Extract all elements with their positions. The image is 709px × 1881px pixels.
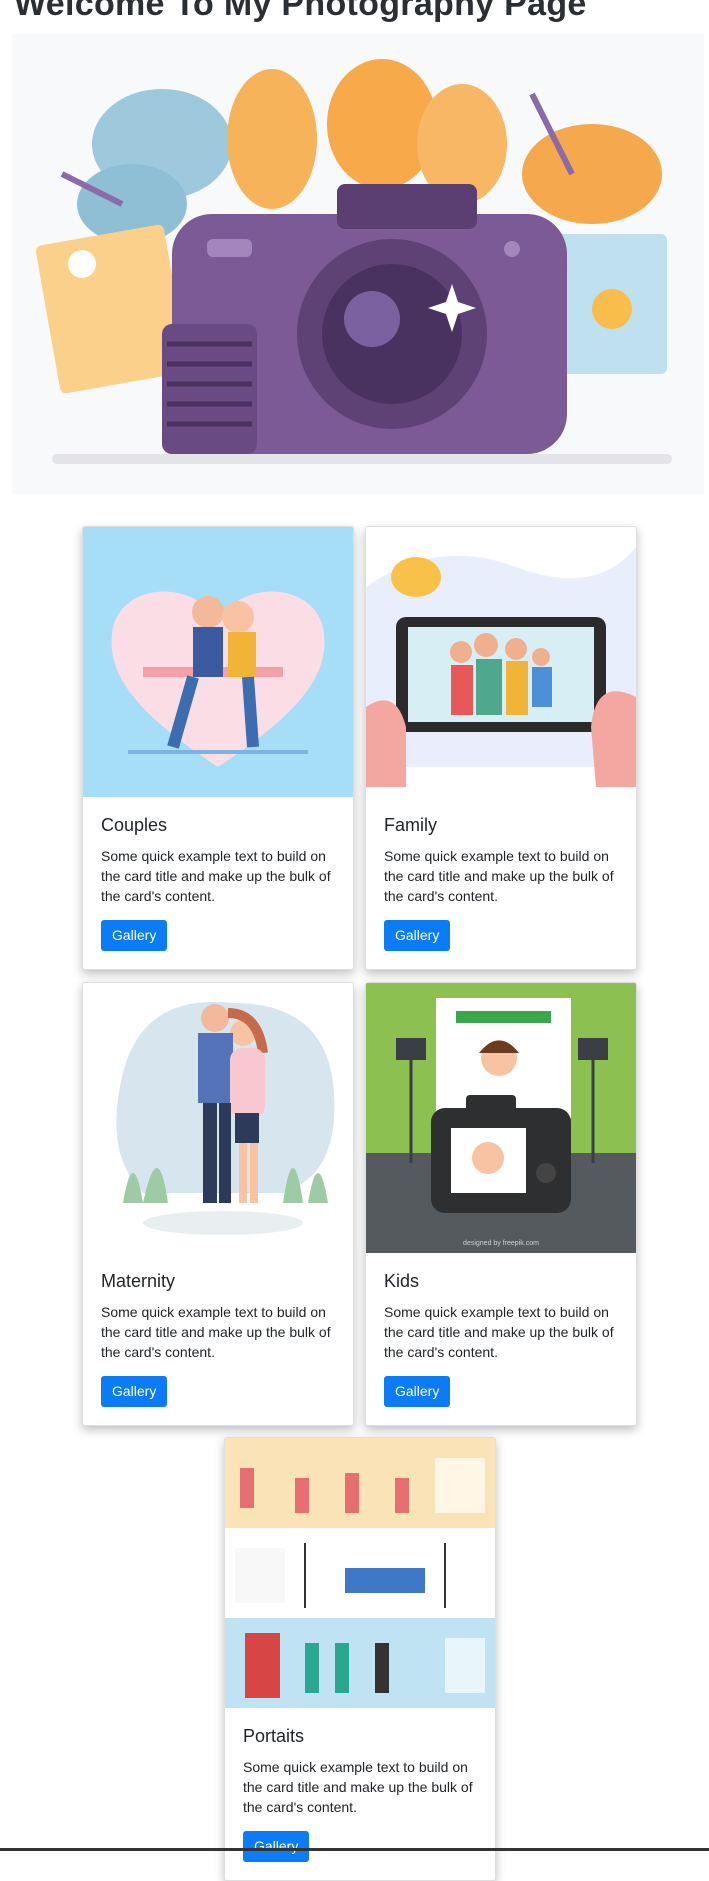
kids-gallery-button[interactable]: Gallery (384, 1376, 451, 1407)
card-text: Some quick example text to build on the … (243, 1759, 473, 1815)
portraits-collage-illustration (225, 1438, 495, 1708)
card-title: Family (384, 815, 437, 835)
family-photo-illustration (366, 527, 636, 797)
hero-camera-illustration (12, 34, 704, 494)
card-kids: designed by freepik.com Kids Some quick … (365, 982, 637, 1426)
couple-illustration (83, 527, 353, 797)
card-title: Couples (101, 815, 168, 835)
couples-gallery-button[interactable]: Gallery (101, 920, 168, 951)
card-text: Some quick example text to build on the … (101, 1304, 331, 1360)
kids-studio-illustration: designed by freepik.com (366, 983, 636, 1253)
card-title: Maternity (101, 1271, 176, 1291)
card-maternity: Maternity Some quick example text to bui… (82, 982, 354, 1426)
card-text: Some quick example text to build on the … (384, 1304, 614, 1360)
card-title: Portaits (243, 1726, 305, 1746)
card-title: Kids (384, 1271, 420, 1291)
card-portraits: Portaits Some quick example text to buil… (224, 1437, 496, 1881)
svg-text:designed by freepik.com: designed by freepik.com (463, 1240, 539, 1247)
card-text: Some quick example text to build on the … (101, 848, 331, 904)
maternity-gallery-button[interactable]: Gallery (101, 1376, 168, 1407)
page-title: Welcome To My Photography Page (14, 0, 587, 23)
card-family: Family Some quick example text to build … (365, 526, 637, 970)
portraits-gallery-button[interactable]: Gallery (243, 1831, 310, 1862)
card-text: Some quick example text to build on the … (384, 848, 614, 904)
card-couples: Couples Some quick example text to build… (82, 526, 354, 970)
maternity-illustration (83, 983, 353, 1253)
family-gallery-button[interactable]: Gallery (384, 920, 451, 951)
